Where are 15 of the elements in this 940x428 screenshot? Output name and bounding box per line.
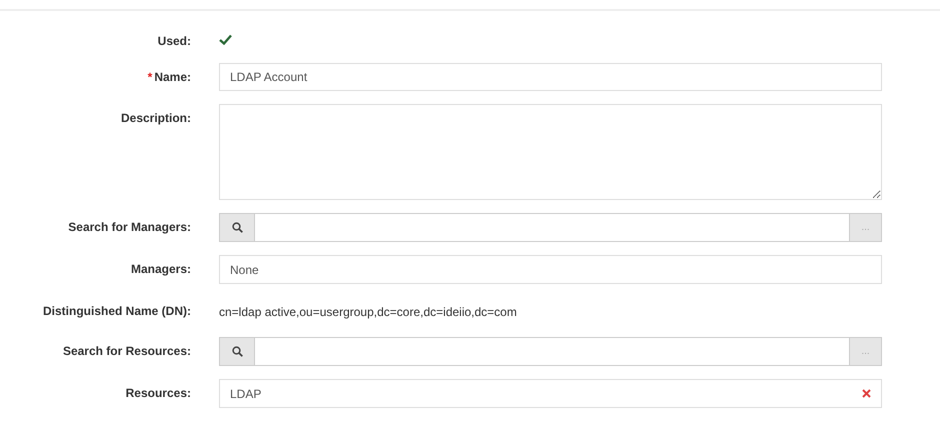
field-label: Search for Resources: (62, 344, 191, 358)
resource-item: LDAP (230, 386, 262, 400)
field-label: Managers: (130, 262, 191, 276)
field-label: Description: (120, 111, 191, 125)
field-label: Name: (154, 70, 191, 84)
dn-value: cn=ldap active,ou=usergroup,dc=core,dc=ideiio,dc=com (219, 304, 517, 319)
name-field[interactable]: LDAP Account (219, 63, 882, 91)
field-label: Used: (158, 34, 191, 48)
remove-icon[interactable] (862, 389, 871, 398)
field-label: Resources: (126, 386, 191, 400)
field-label: Search for Managers: (68, 220, 191, 234)
field-label: Distinguished Name (DN): (42, 304, 191, 318)
description-field[interactable] (219, 104, 882, 200)
managers-field: None (219, 255, 882, 284)
required-mark: * (148, 70, 152, 84)
